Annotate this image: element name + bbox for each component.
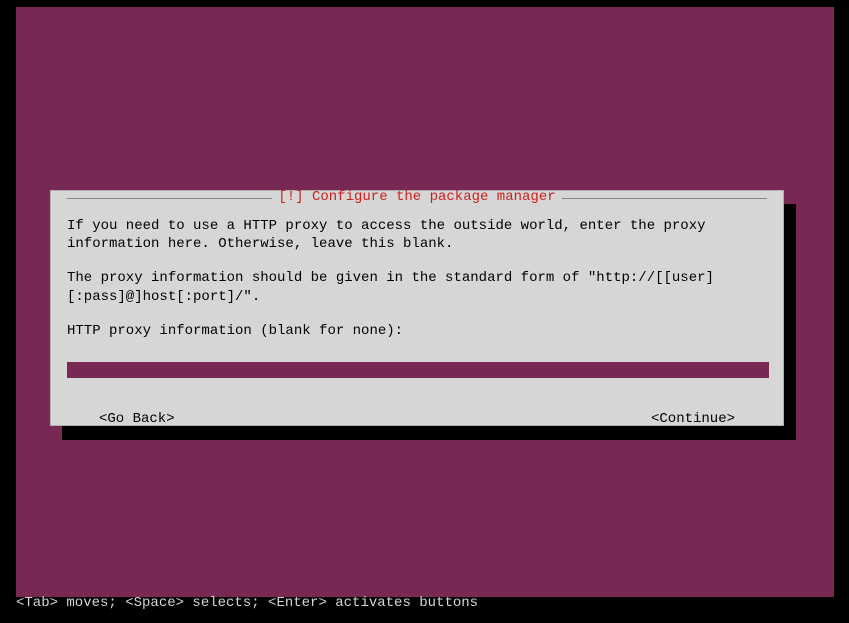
dialog-title: [!] Configure the package manager (272, 188, 561, 206)
button-row: <Go Back> <Continue> (67, 410, 767, 428)
proxy-prompt-label: HTTP proxy information (blank for none): (67, 322, 767, 340)
configure-package-manager-dialog: [!] Configure the package manager If you… (50, 190, 784, 426)
dialog-body: If you need to use a HTTP proxy to acces… (67, 217, 767, 428)
title-line-right (562, 198, 767, 199)
help-bar: <Tab> moves; <Space> selects; <Enter> ac… (16, 594, 478, 612)
proxy-help-para-1: If you need to use a HTTP proxy to acces… (67, 217, 767, 253)
http-proxy-input[interactable] (67, 362, 769, 378)
continue-button[interactable]: <Continue> (651, 410, 735, 428)
proxy-help-para-2: The proxy information should be given in… (67, 269, 767, 305)
go-back-button[interactable]: <Go Back> (99, 410, 175, 428)
title-line-left (67, 198, 272, 199)
dialog-title-row: [!] Configure the package manager (67, 189, 767, 205)
